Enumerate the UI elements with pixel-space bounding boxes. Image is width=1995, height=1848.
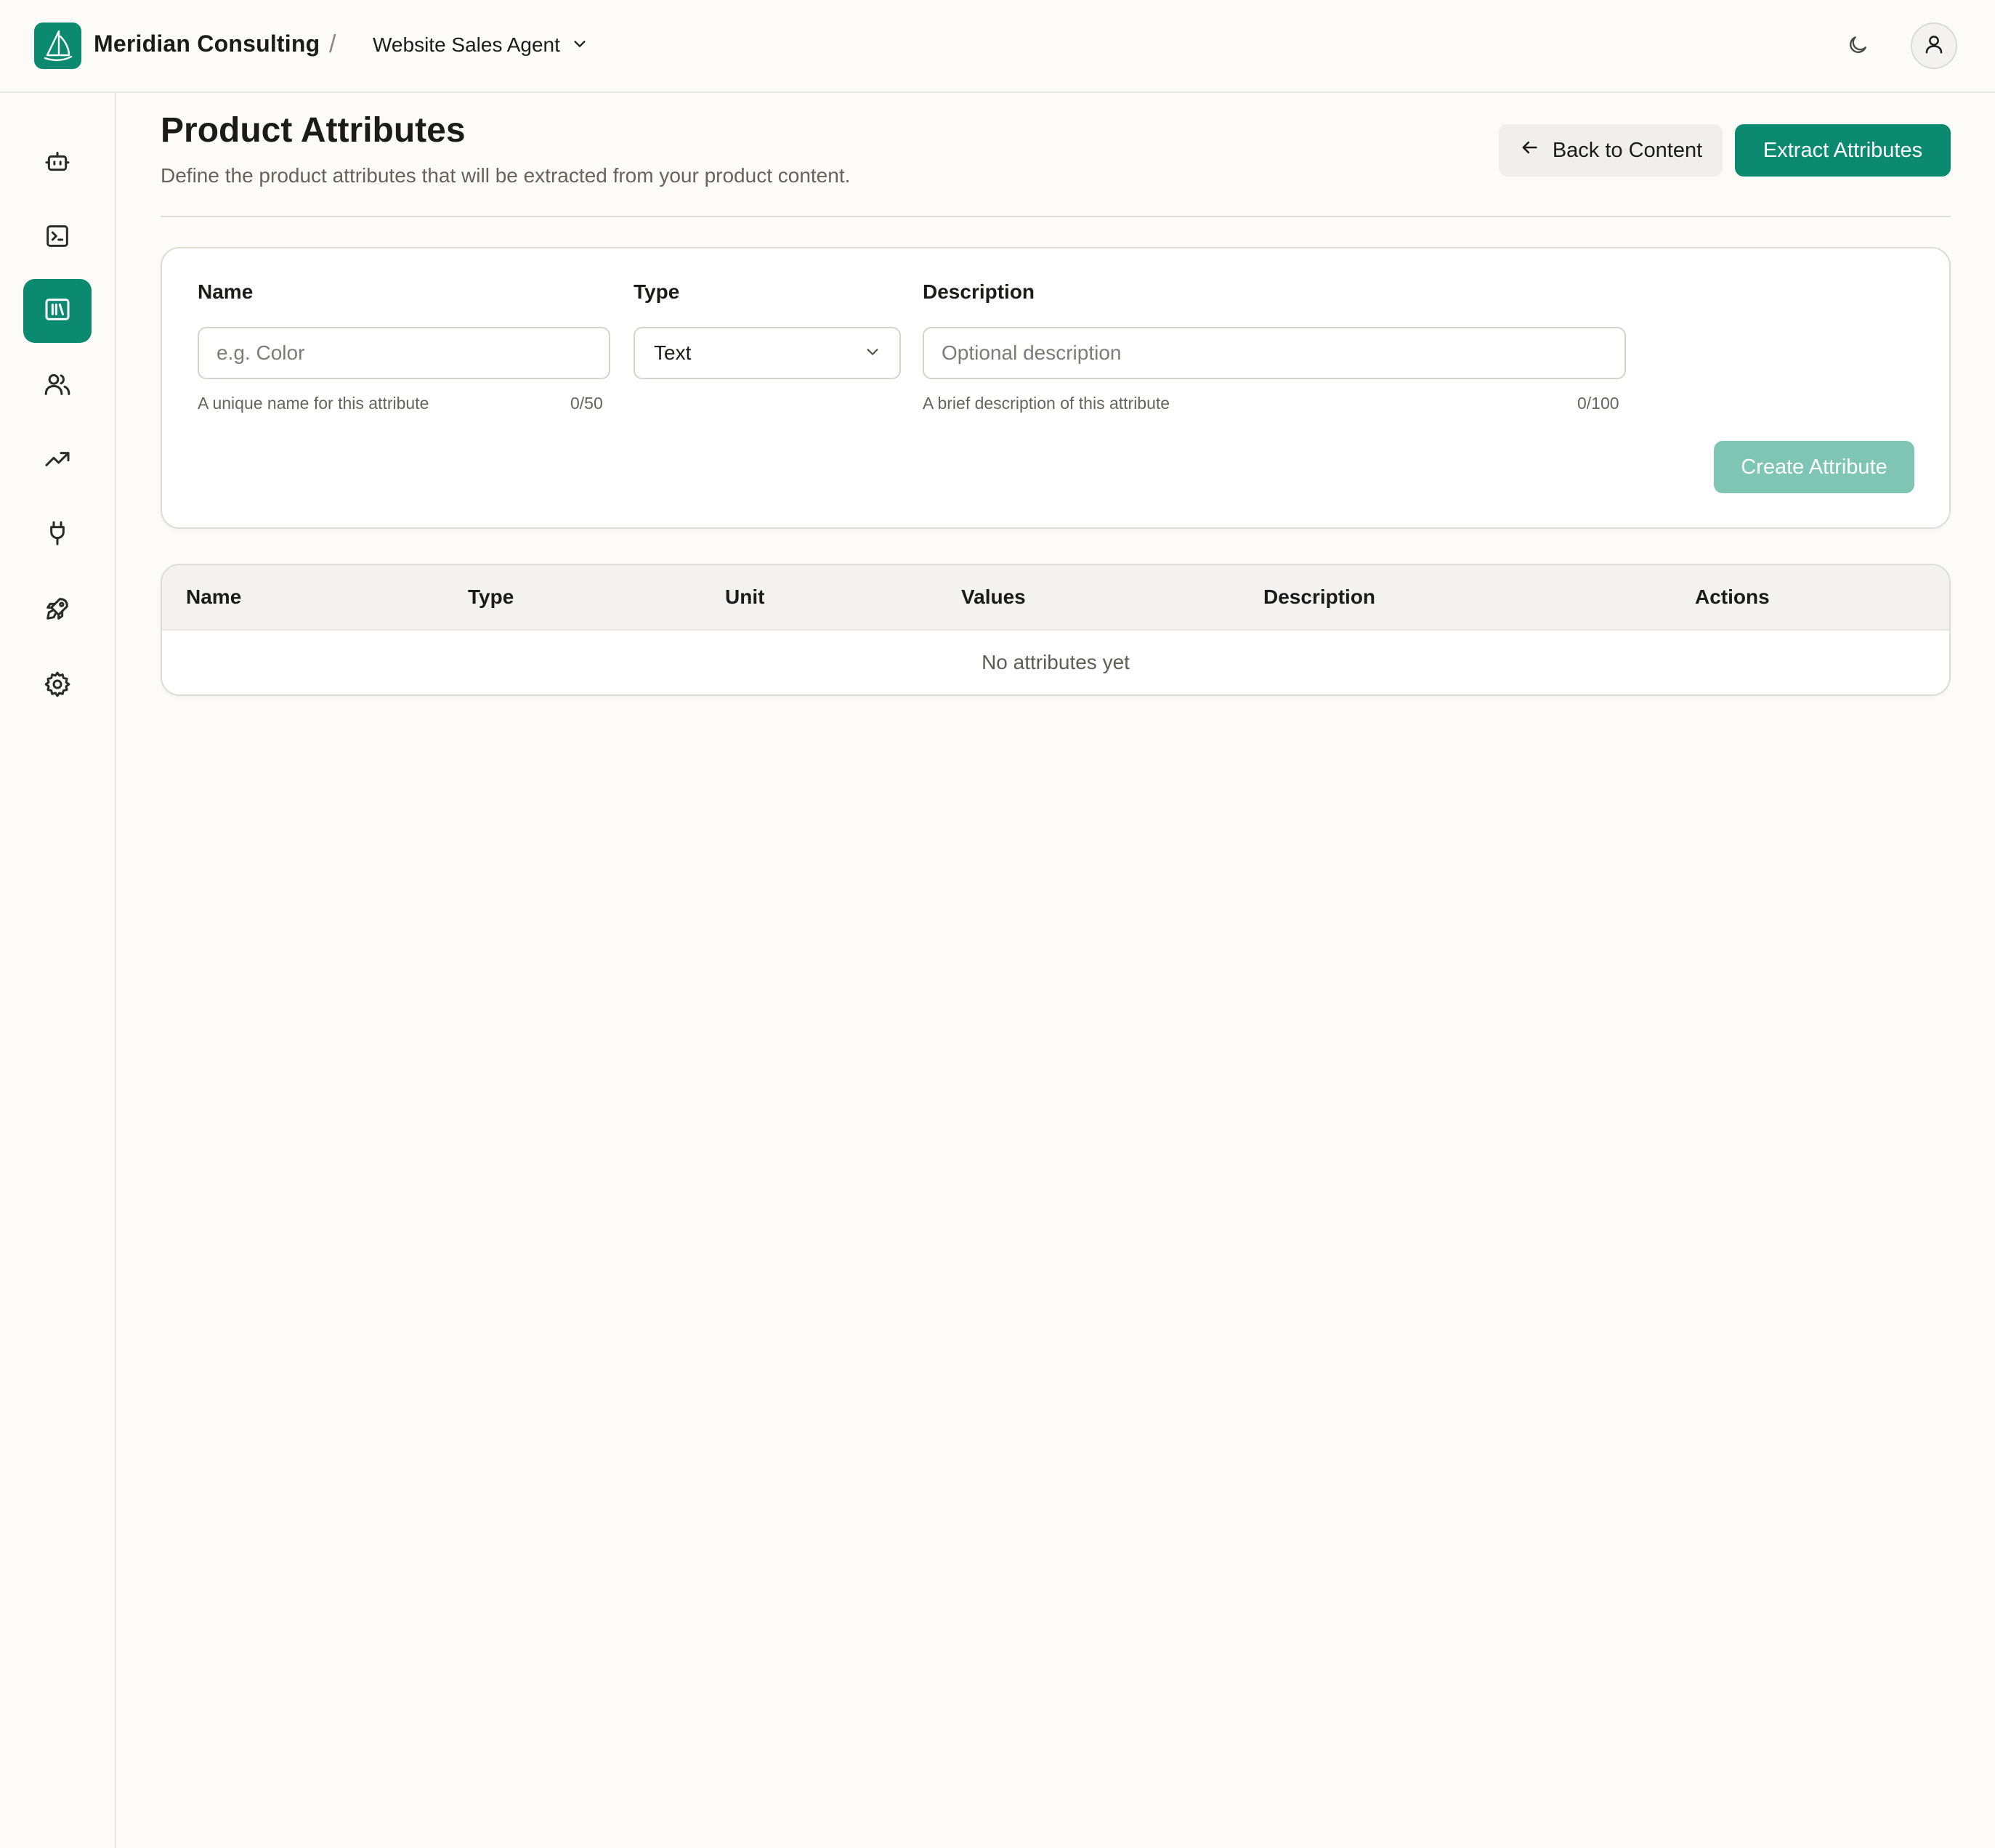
table-header: Name Type Unit Values Description Action… [162,565,1949,631]
name-hint: A unique name for this attribute [198,394,429,413]
header-divider [161,216,1951,217]
name-input[interactable] [198,327,610,379]
create-attribute-button[interactable]: Create Attribute [1714,441,1914,493]
description-hint: A brief description of this attribute [923,394,1170,413]
column-header-name: Name [186,585,242,608]
column-header-type: Type [468,585,514,608]
trending-up-icon [43,445,72,477]
sidebar-item-settings[interactable] [23,654,92,718]
sidebar-item-bot[interactable] [23,131,92,195]
extract-attributes-button[interactable]: Extract Attributes [1735,124,1951,177]
sidebar-item-deploy[interactable] [23,578,92,642]
sidebar-item-terminal[interactable] [23,206,92,270]
top-bar: Meridian Consulting / Website Sales Agen… [0,0,1995,93]
type-select[interactable]: Text [634,327,901,379]
chevron-down-icon [572,33,588,57]
agent-selector[interactable]: Website Sales Agent [373,29,588,61]
column-header-unit: Unit [725,585,765,608]
column-header-values: Values [961,585,1026,608]
back-to-content-label: Back to Content [1552,138,1703,162]
sailboat-icon[interactable] [34,23,81,69]
type-select-value: Text [654,341,692,364]
rocket-icon [43,594,72,627]
library-icon [43,295,72,328]
sidebar-item-users[interactable] [23,354,92,418]
chevron-down-icon [865,341,881,365]
arrow-left-icon [1519,137,1539,163]
sidebar-item-integrations[interactable] [23,503,92,567]
name-counter: 0/50 [570,394,603,413]
sidebar [0,93,116,1848]
type-label: Type [634,280,680,303]
theme-toggle-button[interactable] [1838,29,1877,64]
user-menu-button[interactable] [1911,23,1957,69]
create-attribute-form: Name A unique name for this attribute 0/… [161,247,1951,529]
user-icon [1923,33,1945,59]
column-header-description: Description [1263,585,1376,608]
name-label: Name [198,280,254,303]
terminal-icon [43,222,72,254]
page-title: Product Attributes [161,111,466,150]
back-to-content-button[interactable]: Back to Content [1499,124,1723,177]
page-subtitle: Define the product attributes that will … [161,164,851,187]
brand-name[interactable]: Meridian Consulting [94,31,320,57]
sidebar-item-library[interactable] [23,279,92,343]
gear-icon [43,670,72,702]
moon-icon [1846,33,1869,60]
empty-state-message: No attributes yet [982,651,1130,673]
agent-name: Website Sales Agent [373,33,560,56]
sidebar-item-analytics[interactable] [23,429,92,493]
description-counter: 0/100 [1577,394,1619,413]
breadcrumb-separator: / [329,31,336,58]
bot-icon [43,147,72,179]
attributes-table: Name Type Unit Values Description Action… [161,564,1951,696]
description-input[interactable] [923,327,1626,379]
description-label: Description [923,280,1035,303]
plug-icon [43,519,72,551]
column-header-actions: Actions [1695,585,1770,608]
users-icon [43,370,72,402]
